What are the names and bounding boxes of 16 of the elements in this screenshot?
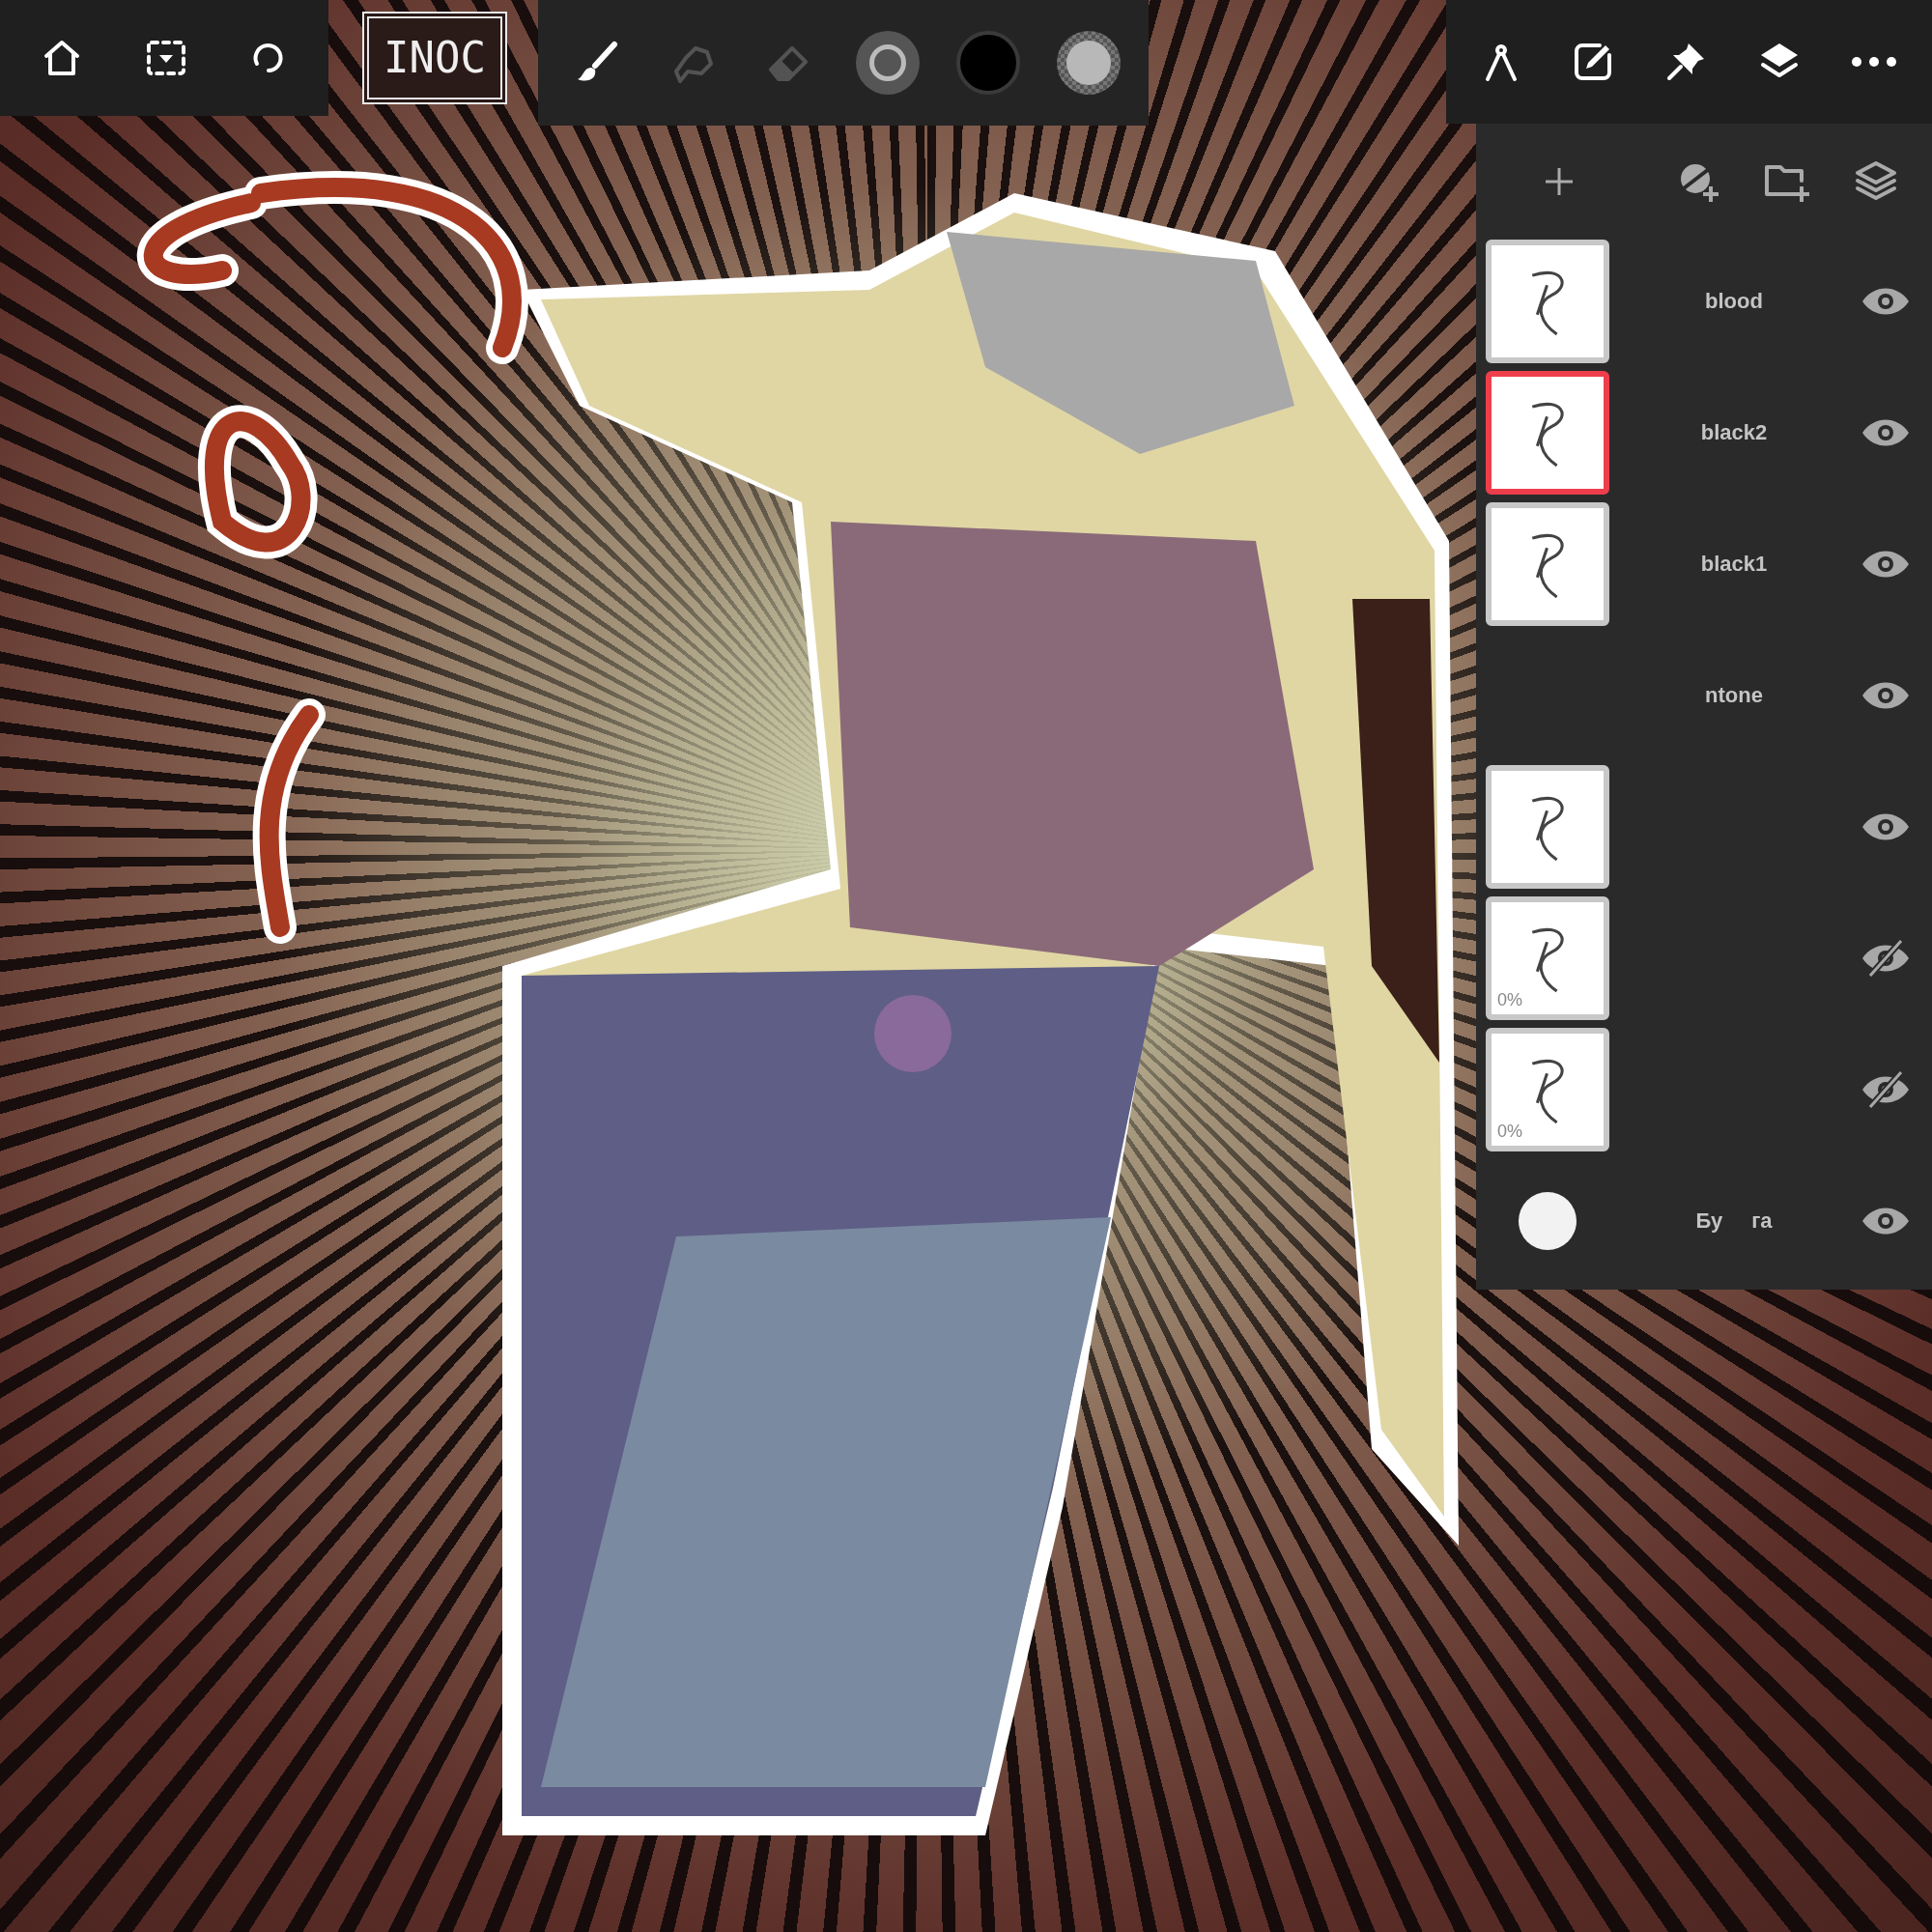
layer-thumbnail[interactable]: 0% (1486, 896, 1609, 1020)
layer-thumbnail[interactable] (1486, 502, 1609, 626)
layer-name: blood (1705, 289, 1763, 314)
layer-thumbnail[interactable] (1486, 765, 1609, 889)
layer-opacity: 0% (1497, 1122, 1522, 1142)
layer-thumbnail[interactable]: 0% (1486, 1028, 1609, 1151)
paper-color-dot[interactable] (1519, 1192, 1577, 1250)
layer-name: ntone (1705, 683, 1763, 708)
layer-name: black1 (1700, 552, 1768, 577)
layer-thumbnail[interactable] (1486, 240, 1609, 363)
signature: INOC (362, 12, 507, 104)
layer-name: га (1751, 1208, 1773, 1234)
layer-opacity: 0% (1497, 990, 1522, 1010)
layer-name: Бу (1695, 1208, 1723, 1234)
layer-thumbnail[interactable] (1486, 371, 1609, 495)
layer-name: black2 (1700, 420, 1768, 445)
